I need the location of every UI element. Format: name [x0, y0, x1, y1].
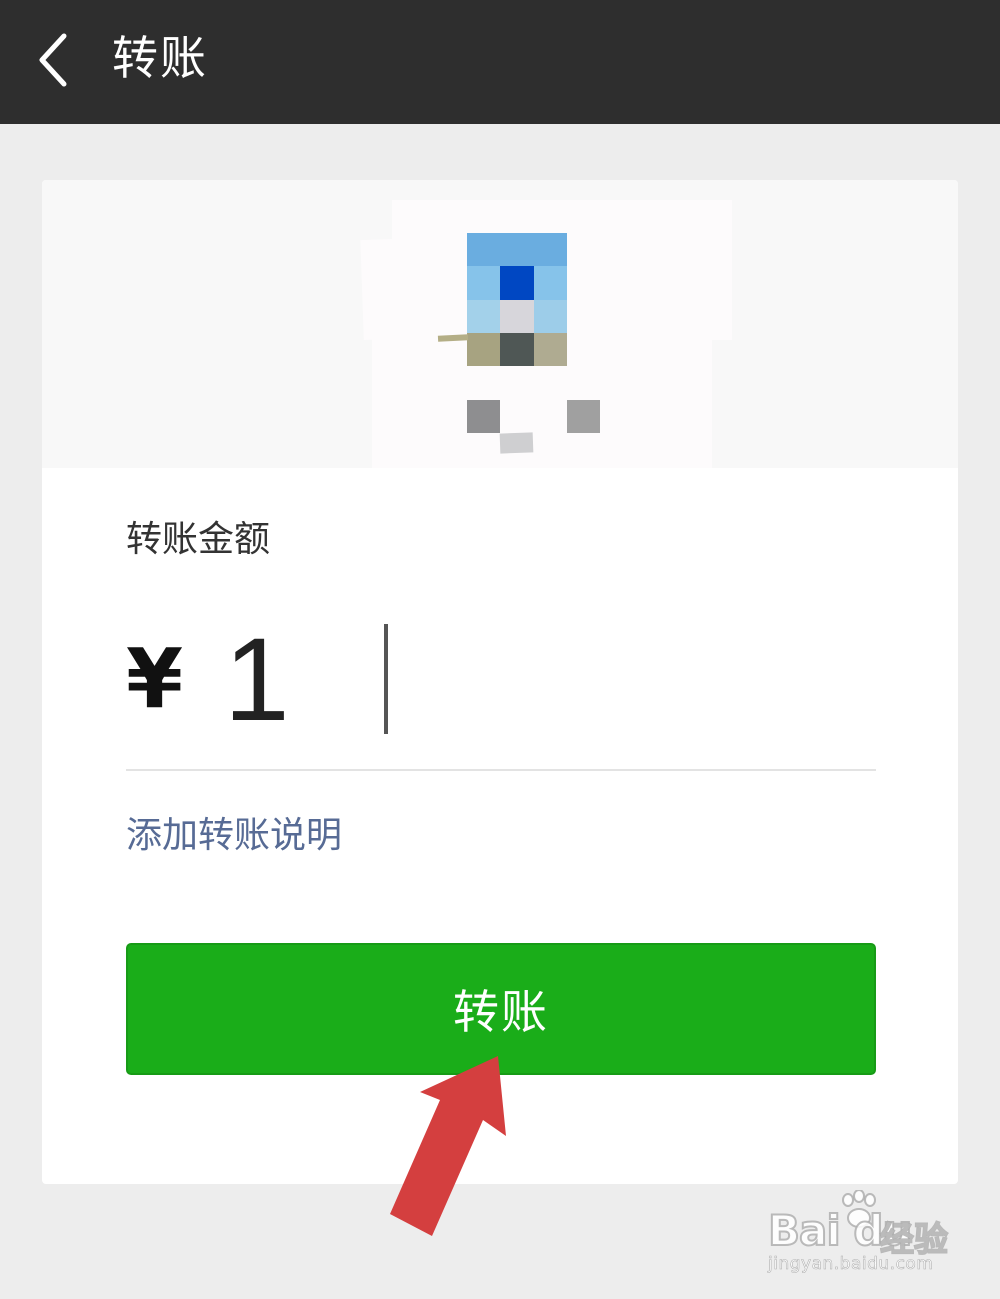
amount-row: ¥ 1: [126, 618, 876, 741]
avatar-pixel: [533, 332, 567, 366]
amount-divider: [126, 769, 876, 771]
avatar-pixel: [500, 299, 534, 333]
avatar-pixel: [500, 332, 534, 366]
avatar-pixel: [467, 233, 501, 267]
recipient-avatar: [467, 233, 567, 366]
currency-symbol: ¥: [126, 632, 184, 727]
red-arrow-annotation-icon: [390, 1056, 506, 1236]
baidu-jingyan-watermark: Bai du 经验 jingyan.baidu.com: [762, 1190, 992, 1280]
back-button[interactable]: [34, 30, 84, 90]
avatar-pixel: [533, 266, 567, 300]
avatar-pixel: [533, 299, 567, 333]
avatar-pixel: [500, 266, 534, 300]
add-transfer-note-link[interactable]: 添加转账说明: [126, 812, 342, 860]
recipient-name-pixel: [467, 400, 500, 433]
title-bar: 转账: [0, 0, 1000, 124]
recipient-name-pixel: [567, 400, 600, 433]
amount-input[interactable]: 1: [224, 618, 824, 741]
avatar-pixel: [467, 299, 501, 333]
transfer-card: 转账金额 ¥ 1 添加转账说明 转账: [42, 180, 958, 1184]
avatar-pixel: [467, 332, 501, 366]
chevron-left-icon: [39, 33, 67, 87]
page-title: 转账: [112, 31, 208, 85]
avatar-pixel: [500, 233, 534, 267]
amount-label: 转账金额: [126, 519, 271, 560]
recipient-header: [42, 180, 958, 468]
text-cursor: [384, 624, 388, 734]
watermark-url: jingyan.baidu.com: [768, 1254, 934, 1275]
recipient-name-pixel: [499, 432, 534, 454]
avatar-pixel: [467, 266, 501, 300]
avatar-pixel: [533, 233, 567, 267]
amount-value: 1: [224, 614, 290, 746]
